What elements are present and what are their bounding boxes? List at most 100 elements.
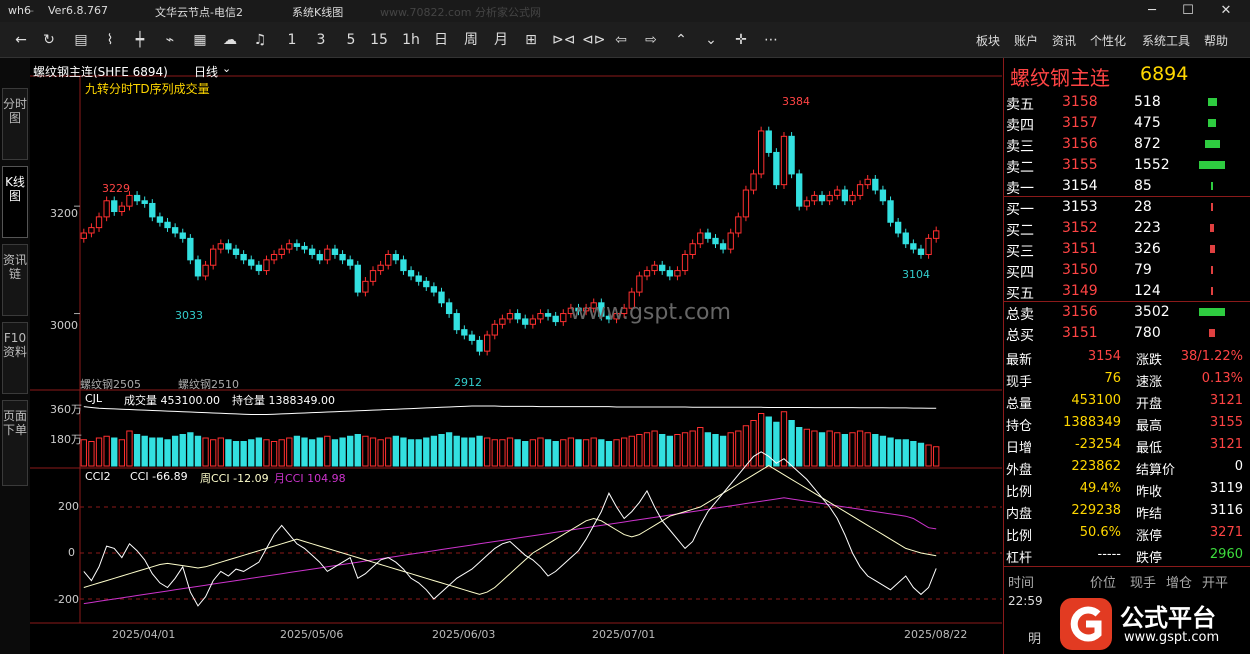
- volume-bar: [674, 434, 681, 467]
- menu-sector[interactable]: 板块: [976, 32, 1000, 49]
- stat-label: 结算价: [1136, 463, 1176, 478]
- bid-row[interactable]: 买一 3153 28: [1004, 197, 1250, 218]
- zigzag-icon[interactable]: ⌁: [161, 30, 179, 50]
- menu-account[interactable]: 账户: [1014, 32, 1038, 49]
- ask-row[interactable]: 卖三 3156 872: [1004, 134, 1250, 155]
- period-selector[interactable]: 日线: [194, 63, 218, 80]
- row-label: 买一: [1006, 202, 1034, 218]
- self-icon[interactable]: ⊞: [522, 30, 540, 50]
- stat-label: 比例: [1006, 529, 1033, 544]
- indicator-name[interactable]: 九转分时TD序列成交量: [85, 80, 210, 97]
- tab-page-order[interactable]: 页面下单: [2, 400, 28, 486]
- row-volume: 3502: [1134, 304, 1170, 320]
- period-15[interactable]: 15: [370, 30, 388, 50]
- volume-bar: [1210, 224, 1214, 232]
- row-price: 3158: [1062, 94, 1098, 110]
- volume-bar: [818, 432, 826, 467]
- period-1h[interactable]: 1h: [402, 30, 420, 50]
- server-name: 文华云节点-电信2: [155, 6, 243, 19]
- candle-body: [537, 313, 544, 320]
- menu-personalize[interactable]: 个性化: [1090, 32, 1126, 49]
- volume-bar: [369, 437, 377, 467]
- title-separator: -: [30, 4, 34, 17]
- back-icon[interactable]: ←: [12, 30, 30, 50]
- chart-svg[interactable]: [30, 58, 1002, 654]
- volume-bar: [529, 439, 536, 467]
- period-month[interactable]: 月: [492, 30, 510, 50]
- row-label: 买二: [1006, 223, 1034, 239]
- refresh-icon[interactable]: ↻: [40, 30, 58, 50]
- menu-help[interactable]: 帮助: [1204, 32, 1228, 49]
- ask-row[interactable]: 卖一 3154 85: [1004, 176, 1250, 197]
- more-icon[interactable]: ⋯: [762, 30, 780, 50]
- minimize-button[interactable]: ─: [1134, 1, 1170, 21]
- cci-axis-200: 200: [58, 500, 79, 513]
- chart-area[interactable]: 螺纹钢主连(SHFE 6894) 日线 ⌄ 九转分时TD序列成交量 3200 3…: [30, 58, 1002, 654]
- crosshair-icon[interactable]: ✛: [732, 30, 750, 50]
- candle-body: [400, 259, 407, 272]
- candle-body: [476, 339, 483, 352]
- period-5[interactable]: 5: [342, 30, 360, 50]
- zoom-out-icon[interactable]: ⊲⊳: [582, 30, 605, 50]
- total-row[interactable]: 总买 3151 780: [1004, 323, 1250, 344]
- total-row[interactable]: 总卖 3156 3502: [1004, 302, 1250, 323]
- candle-body: [377, 264, 384, 272]
- volume-bar: [879, 435, 887, 467]
- tab-timeshare[interactable]: 分时图: [2, 88, 28, 160]
- volume-indicator-name[interactable]: CJL: [85, 392, 102, 405]
- period-week[interactable]: 周: [462, 30, 480, 50]
- candle-body: [248, 259, 255, 266]
- period-day[interactable]: 日: [432, 30, 450, 50]
- logo-block: 公式平台 www.gspt.com: [1054, 594, 1250, 654]
- ask-row[interactable]: 卖四 3157 475: [1004, 113, 1250, 134]
- candle-body: [811, 194, 818, 202]
- list-icon[interactable]: ▤: [72, 30, 90, 50]
- maximize-button[interactable]: ☐: [1170, 1, 1206, 21]
- volume-bar: [377, 439, 384, 467]
- tab-f10[interactable]: F10资料: [2, 322, 28, 394]
- bid-row[interactable]: 买五 3149 124: [1004, 281, 1250, 302]
- ask-row[interactable]: 卖五 3158 518: [1004, 92, 1250, 113]
- grid-icon[interactable]: ▦: [191, 30, 209, 50]
- bid-row[interactable]: 买二 3152 223: [1004, 218, 1250, 239]
- cci-indicator-name[interactable]: CCI2: [85, 470, 111, 483]
- stat-value: 3155: [1209, 415, 1243, 430]
- down-arrow-icon[interactable]: ⌄: [702, 30, 720, 50]
- week-cci-value: 周CCI -12.09: [200, 472, 269, 485]
- menu-system-tools[interactable]: 系统工具: [1142, 32, 1190, 49]
- volume-bar: [773, 421, 780, 467]
- stat-row: 内盘 229238 昨结 3116: [1004, 500, 1250, 522]
- candle-body: [796, 173, 803, 207]
- tab-news-chain[interactable]: 资讯链: [2, 244, 28, 316]
- line-chart-icon[interactable]: ⌇: [101, 30, 119, 50]
- tab-kline[interactable]: K线图: [2, 166, 28, 238]
- candle-body: [834, 189, 841, 196]
- volume-bar: [864, 432, 871, 467]
- symbol-title[interactable]: 螺纹钢主连(SHFE 6894): [33, 63, 168, 80]
- volume-bar: [605, 441, 613, 467]
- kline-icon[interactable]: ┿: [131, 30, 149, 50]
- period-3[interactable]: 3: [312, 30, 330, 50]
- right-arrow-icon[interactable]: ⇨: [642, 30, 660, 50]
- ask-row[interactable]: 卖二 3155 1552: [1004, 155, 1250, 176]
- volume-bar: [826, 430, 833, 467]
- menu-news[interactable]: 资讯: [1052, 32, 1076, 49]
- candle-body: [240, 253, 247, 261]
- cci-value: CCI -66.89: [130, 470, 188, 483]
- bid-row[interactable]: 买四 3150 79: [1004, 260, 1250, 281]
- up-arrow-icon[interactable]: ⌃: [672, 30, 690, 50]
- left-arrow-icon[interactable]: ⇦: [612, 30, 630, 50]
- candle-body: [902, 232, 909, 245]
- row-volume: 326: [1134, 241, 1161, 257]
- price-label-low-mid: 2912: [454, 376, 482, 389]
- chevron-down-icon[interactable]: ⌄: [222, 62, 231, 75]
- app-name: wh6: [8, 4, 31, 17]
- row-volume: 79: [1134, 262, 1152, 278]
- bell-icon[interactable]: ♫: [251, 30, 269, 50]
- cloud-icon[interactable]: ☁: [221, 30, 239, 50]
- close-button[interactable]: ✕: [1208, 1, 1244, 21]
- period-1[interactable]: 1: [283, 30, 301, 50]
- bid-row[interactable]: 买三 3151 326: [1004, 239, 1250, 260]
- zoom-in-icon[interactable]: ⊳⊲: [552, 30, 575, 50]
- volume-bar: [354, 434, 361, 467]
